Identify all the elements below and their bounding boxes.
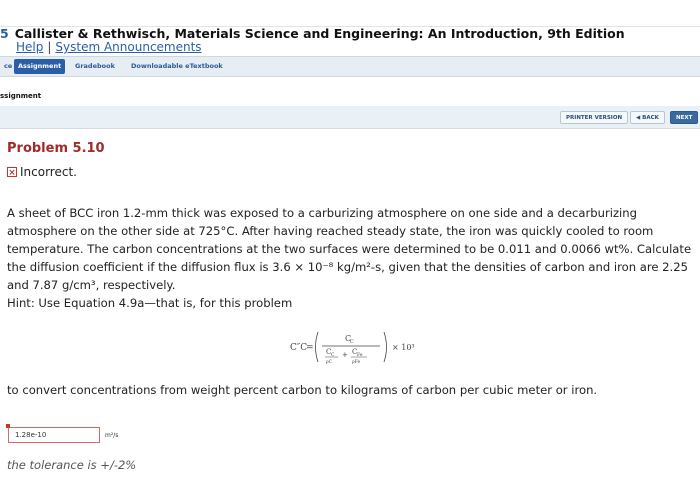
answer-unit: m²/s — [105, 431, 119, 439]
answer-area: m²/s — [6, 424, 119, 443]
course-title: 5 Callister & Rethwisch, Materials Scienc… — [0, 26, 625, 41]
denom-term2-rho: ρFe — [352, 359, 361, 365]
incorrect-x-icon: × — [7, 167, 17, 178]
denom-term1-rho: ρC — [326, 359, 333, 365]
conversion-text: to convert concentrations from weight pe… — [7, 383, 598, 397]
answer-input[interactable] — [8, 427, 100, 443]
equation-4-9a: C″C = C C C C ρC + C Fe ρFe × 10³ — [290, 331, 415, 365]
problem-statement: A sheet of BCC iron 1.2-mm thick was exp… — [7, 206, 692, 293]
help-links: Help | System Announcements — [16, 40, 202, 54]
status-text: Incorrect. — [20, 165, 77, 179]
help-link[interactable]: Help — [16, 40, 43, 54]
tab-downloadable-etextbook[interactable]: Downloadable eTextbook — [127, 59, 227, 74]
brand-logo-icon: 5 — [0, 26, 9, 41]
course-title-text: Callister & Rethwisch, Materials Science… — [14, 26, 625, 41]
equation-equals: = — [306, 343, 314, 353]
next-button[interactable]: NEXT — [670, 111, 699, 124]
course-tabs: ce Assignment Gradebook Downloadable eTe… — [0, 56, 700, 77]
tolerance-text: the tolerance is +/-2% — [7, 458, 137, 472]
incorrect-marker — [6, 424, 10, 428]
equation-lhs: C″C — [290, 343, 307, 353]
assignment-header: ssignment — [0, 92, 42, 100]
times-ten-cubed: × 10³ — [392, 343, 415, 352]
back-button[interactable]: ◀ BACK — [630, 111, 665, 124]
left-paren — [315, 331, 319, 363]
answer-status: × Incorrect. — [7, 165, 77, 179]
tab-assignment[interactable]: Assignment — [14, 59, 66, 74]
right-paren — [383, 331, 387, 363]
tab-gradebook[interactable]: Gradebook — [71, 59, 119, 74]
printer-version-button[interactable]: PRINTER VERSION — [560, 111, 629, 124]
hint-text: Hint: Use Equation 4.9a—that is, for thi… — [7, 296, 293, 310]
denom-plus: + — [342, 351, 348, 359]
link-separator: | — [47, 40, 52, 54]
assignment-nav-bar: PRINTER VERSION ◀ BACK NEXT — [0, 106, 700, 129]
numerator-sub: C — [350, 339, 354, 345]
top-bar — [0, 0, 700, 27]
problem-title: Problem 5.10 — [7, 141, 105, 156]
system-announcements-link[interactable]: System Announcements — [55, 40, 201, 54]
